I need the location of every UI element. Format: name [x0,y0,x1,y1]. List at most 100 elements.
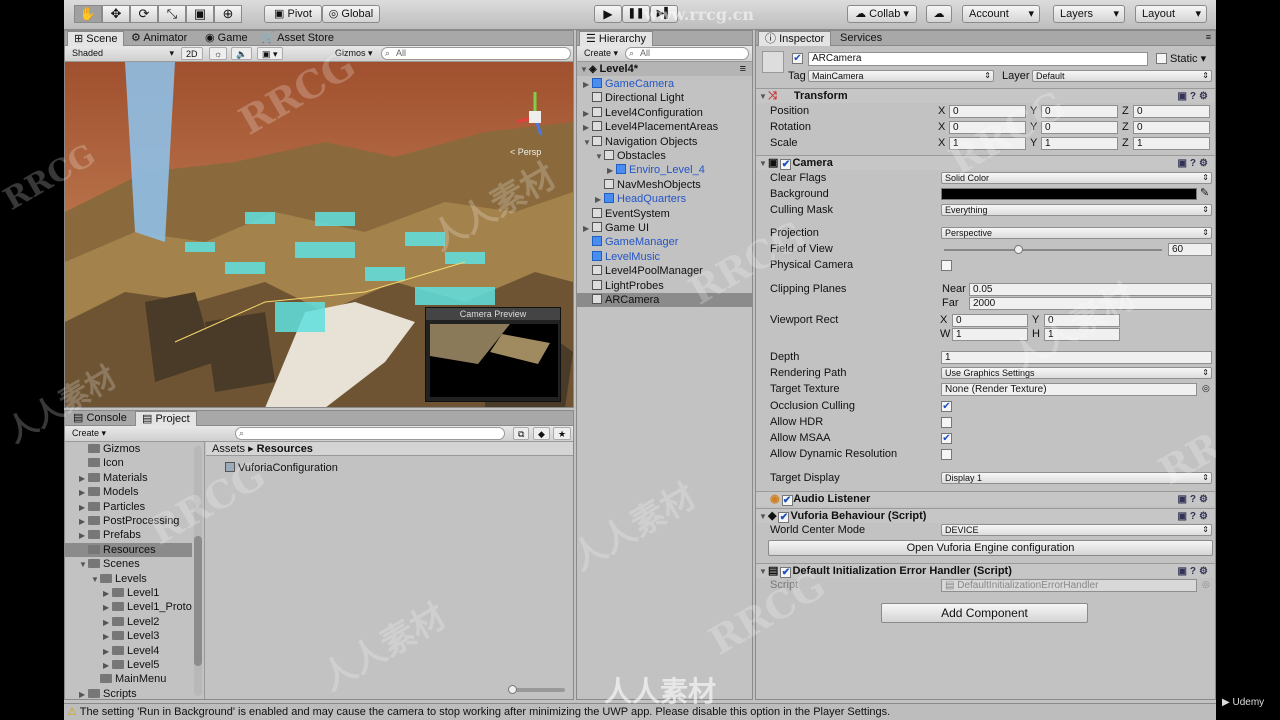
tab-console[interactable]: ▤ Console [67,411,133,426]
tab-project[interactable]: ▤ Project [135,411,197,426]
target-texture-field[interactable]: None (Render Texture) [941,383,1197,396]
icon-size-slider[interactable] [508,685,565,694]
tab-animator[interactable]: ⚙ Animator [125,31,193,46]
rotation-z-field[interactable]: 0 [1133,121,1210,134]
scene-menu-icon[interactable]: ≡ [740,62,746,76]
expand-arrow-icon[interactable]: ▶ [583,78,592,92]
hierarchy-item[interactable]: ▶ GameCamera [577,77,752,91]
expand-arrow-icon[interactable]: ▶ [79,486,88,500]
active-checkbox[interactable]: ✔ [792,53,803,64]
tab-hierarchy[interactable]: ☰ Hierarchy [579,31,653,46]
scene-root-row[interactable]: ▼◈ Level4* ≡ [577,62,752,76]
expand-arrow-icon[interactable]: ▼ [583,136,592,150]
expand-arrow-icon[interactable]: ▶ [103,645,112,659]
error-handler-header[interactable]: ▼▤ ✔ Default Initialization Error Handler… [756,563,1215,578]
add-component-button[interactable]: Add Component [881,603,1088,623]
expand-arrow-icon[interactable]: ▶ [79,529,88,543]
project-folder-item[interactable]: MainMenu [65,672,192,686]
expand-arrow-icon[interactable]: ▶ [103,630,112,644]
fov-slider[interactable] [944,245,1162,254]
scale-tool-icon[interactable]: ⤡ [158,5,186,23]
2d-toggle[interactable]: 2D [181,47,203,60]
far-field[interactable]: 2000 [969,297,1212,310]
expand-arrow-icon[interactable]: ▶ [103,616,112,630]
error-handler-checkbox[interactable]: ✔ [780,567,792,578]
rotate-tool-icon[interactable]: ⟳ [130,5,158,23]
project-folder-item[interactable]: ▶ Level5 [65,658,192,672]
hierarchy-item[interactable]: LightProbes [577,279,752,293]
world-center-mode-dropdown[interactable]: DEVICE ⇕ [941,524,1212,536]
position-x-field[interactable]: 0 [949,105,1026,118]
target-display-dropdown[interactable]: Display 1 ⇕ [941,472,1212,484]
project-search-input[interactable]: ⌕ [235,427,505,440]
rotation-y-field[interactable]: 0 [1041,121,1118,134]
expand-arrow-icon[interactable]: ▶ [103,601,112,615]
expand-arrow-icon[interactable]: ▼ [91,573,100,587]
project-folder-item[interactable]: ▶ Particles [65,500,192,514]
tree-scrollbar-thumb[interactable] [194,536,202,666]
hierarchy-item[interactable]: NavMeshObjects [577,178,752,192]
project-folder-item[interactable]: ▶ PostProcessing [65,514,192,528]
persp-label[interactable]: < Persp [510,147,541,157]
status-bar[interactable]: ⚠ The setting 'Run in Background' is ena… [64,703,1216,720]
tree-scrollbar[interactable] [194,446,202,696]
expand-arrow-icon[interactable]: ▶ [583,222,592,236]
vuforia-checkbox[interactable]: ✔ [778,512,790,523]
filter-type-icon[interactable]: ⧉ [513,427,530,440]
background-color-field[interactable] [941,188,1197,200]
camera-enabled-checkbox[interactable]: ✔ [780,159,792,170]
expand-arrow-icon[interactable]: ▶ [79,515,88,529]
vp-x-field[interactable]: 0 [952,314,1028,327]
scene-search-input[interactable]: ⌕ All [381,47,571,60]
hierarchy-item[interactable]: Level4PoolManager [577,264,752,278]
position-y-field[interactable]: 0 [1041,105,1118,118]
tab-services[interactable]: Services [834,31,888,46]
component-settings-icons[interactable]: ▣?⚙ [1177,493,1211,507]
favorite-icon[interactable]: ★ [553,427,572,440]
pause-button[interactable]: ❚❚ [622,5,650,23]
layer-dropdown[interactable]: Default ⇕ [1032,70,1212,82]
hierarchy-item[interactable]: GameManager [577,235,752,249]
global-button[interactable]: ◎ Global [322,5,380,23]
hierarchy-item[interactable]: ▶ Level4PlacementAreas [577,120,752,134]
layers-dropdown[interactable]: Layers ▾ [1053,5,1125,23]
component-settings-icons[interactable]: ▣?⚙ [1177,90,1211,104]
rendering-path-dropdown[interactable]: Use Graphics Settings ⇕ [941,367,1212,379]
expand-arrow-icon[interactable]: ▶ [79,472,88,486]
static-checkbox[interactable]: ✔ [1156,53,1167,64]
hierarchy-item[interactable]: ▶ Game UI [577,221,752,235]
audio-listener-checkbox[interactable]: ✔ [781,495,793,506]
project-folder-item[interactable]: Resources [65,542,192,557]
asset-item[interactable]: VuforiaConfiguration [225,461,573,475]
transform-tool-icon[interactable]: ⊕ [214,5,242,23]
position-z-field[interactable]: 0 [1133,105,1210,118]
component-settings-icons[interactable]: ▣?⚙ [1177,510,1211,524]
cloud-icon[interactable]: ☁ [926,5,952,23]
fov-field[interactable]: 60 [1168,243,1212,256]
collab-button[interactable]: ☁ Collab ▾ [847,5,917,23]
clear-flags-dropdown[interactable]: Solid Color ⇕ [941,172,1212,184]
depth-field[interactable]: 1 [941,351,1212,364]
pivot-button[interactable]: ▣ Pivot [264,5,322,23]
hand-tool-icon[interactable]: ✋ [74,5,102,23]
expand-arrow-icon[interactable]: ▶ [79,688,88,699]
gizmos-dropdown[interactable]: Gizmos ▾ [331,47,377,60]
vp-w-field[interactable]: 1 [952,328,1028,341]
eyedropper-icon[interactable]: ✎ [1200,186,1209,199]
hierarchy-create-dropdown[interactable]: Create ▾ [580,47,622,60]
expand-arrow-icon[interactable]: ▶ [595,193,604,207]
transform-header[interactable]: ▼⤨ Transform ▣?⚙ [756,88,1215,103]
expand-arrow-icon[interactable]: ▶ [583,121,592,135]
tab-asset-store[interactable]: 🛒 Asset Store [255,31,340,46]
play-button[interactable]: ▶ [594,5,622,23]
hierarchy-item[interactable]: ARCamera [577,293,752,307]
allow-hdr-checkbox[interactable]: ✔ [941,417,952,428]
allow-msaa-checkbox[interactable]: ✔ [941,433,952,444]
shading-mode-dropdown[interactable]: Shaded ▾ [68,47,176,60]
project-folder-item[interactable]: ▶ Materials [65,471,192,485]
project-folder-item[interactable]: ▶ Level1_Proto [65,600,192,614]
near-field[interactable]: 0.05 [969,283,1212,296]
hierarchy-item[interactable]: EventSystem [577,207,752,221]
project-folder-item[interactable]: ▼ Scenes [65,557,192,571]
hierarchy-item[interactable]: ▶ Level4Configuration [577,106,752,120]
